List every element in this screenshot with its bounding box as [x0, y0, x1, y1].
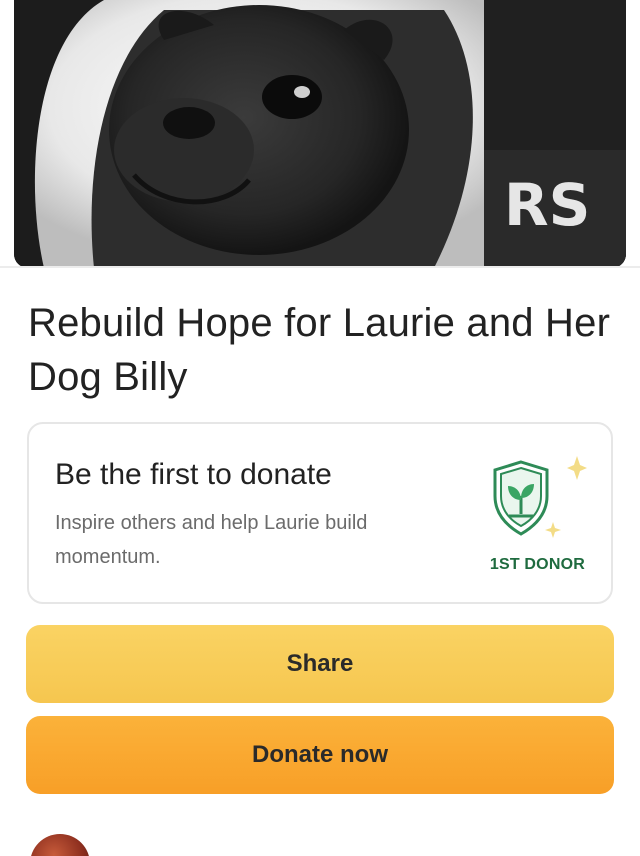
first-donor-card: Be the first to donate Inspire others an…	[27, 422, 613, 604]
sparkle-icon	[545, 522, 561, 538]
donate-now-button[interactable]: Donate now	[26, 716, 614, 794]
share-button[interactable]: Share	[26, 625, 614, 703]
sparkle-icon	[567, 456, 587, 480]
hero-divider	[0, 266, 640, 268]
first-donor-badge-label: 1ST DONOR	[489, 556, 585, 573]
svg-text:RS: RS	[504, 171, 590, 239]
organizer-avatar[interactable]	[30, 834, 90, 856]
fundraiser-page: RS Rebuild Hope for Laurie and Her Dog B…	[0, 0, 640, 856]
first-donor-subtext: Inspire others and help Laurie build mom…	[55, 512, 368, 568]
campaign-title: Rebuild Hope for Laurie and Her Dog Bill…	[28, 301, 611, 399]
hero-dog-photo: RS	[14, 0, 626, 268]
first-donor-heading: Be the first to donate	[55, 458, 332, 491]
dog-photo-illustration: RS	[14, 0, 626, 268]
shield-sprout-icon	[493, 456, 587, 538]
